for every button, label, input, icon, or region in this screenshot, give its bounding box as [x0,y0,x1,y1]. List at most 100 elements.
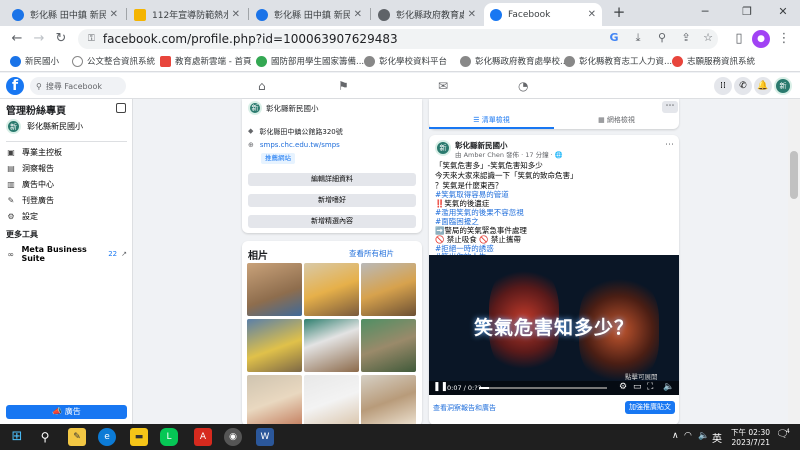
input-method-indicator[interactable]: 英 [712,430,722,445]
more-options-button[interactable]: ⋯ [662,101,678,113]
new-tab-button[interactable]: + [604,2,634,24]
close-icon[interactable]: ✕ [232,9,240,20]
sidebar-item-create-ad[interactable]: ✎ 刊登廣告 [6,195,54,206]
bookmark-item[interactable]: 彰化縣教育志工人力資... [564,55,672,67]
bookmark-item[interactable]: 公文整合資訊系統 [72,55,155,67]
restore-button[interactable]: ❐ [732,2,762,24]
collapse-sidebar-icon[interactable] [116,103,126,113]
site-info-icon[interactable]: ⚿ [88,34,95,44]
fullscreen-icon[interactable]: ⛶ [647,382,653,392]
view-insights-link[interactable]: 查看洞察報告和廣告 [433,403,496,413]
chrome-icon[interactable]: ◉ [224,428,242,446]
bookmark-item[interactable]: 國防部用學生國家籌備... [256,55,364,67]
photo-thumbnail[interactable] [361,319,416,372]
photo-thumbnail[interactable] [304,263,359,316]
sidebar-item-meta-business-suite[interactable]: ∞ Meta Business Suite 22 ↗ [6,245,127,263]
sidebar-item-settings[interactable]: ⚙ 設定 [6,211,38,222]
more-menu-icon[interactable]: ⋮ [775,30,793,48]
facebook-search-input[interactable]: ⚲ 搜尋 Facebook [30,77,126,95]
photo-thumbnail[interactable] [361,375,416,428]
scrollbar-thumb[interactable] [790,151,798,199]
close-icon[interactable]: ✕ [588,9,596,20]
zoom-icon[interactable]: ⚲ [654,31,670,44]
pip-icon[interactable]: ▭ [633,382,642,392]
close-window-button[interactable]: ✕ [768,2,798,24]
post-options-icon[interactable]: ⋯ [665,140,674,150]
clock-time[interactable]: 下午 02:30 [726,427,770,438]
sidebar-item-insights[interactable]: ▤ 洞察報告 [6,163,54,174]
close-icon[interactable]: ✕ [354,9,362,20]
bookmark-item[interactable]: 彰化學校資料平台 [364,55,447,67]
notification-icon[interactable]: ◔ [518,79,528,93]
browser-tab[interactable]: 彰化縣政府教育處學校 ✕ [372,3,482,26]
edit-details-button[interactable]: 編輯詳細資料 [248,173,416,186]
notifications-bell-icon[interactable]: 🔔 [754,77,772,95]
tab-grid-view[interactable]: ▦ 網格檢視 [554,115,679,129]
post-video[interactable]: 笑氣危害知多少？ 點擊可展開 ❚❚ 0:07 / 0:?? ⚙ ▭ ⛶ 🔈 [429,255,679,395]
add-featured-button[interactable]: 新增精選內容 [248,215,416,228]
network-icon[interactable]: ◠ [684,431,692,441]
bookmark-item[interactable]: 教育處新雲端 - 首頁 [160,55,251,67]
browser-tab[interactable]: 112年宣導防範熱水器 ✕ [128,3,246,26]
address-bar[interactable]: ⚿ facebook.com/profile.php?id=1000639076… [78,29,718,49]
profile-avatar[interactable]: 新 [774,77,792,95]
menu-grid-icon[interactable]: ⁞⁞ [714,77,732,95]
back-button[interactable]: ← [8,30,26,48]
bookmark-item[interactable]: 新民國小 [10,55,59,67]
browser-tab[interactable]: 彰化縣 田中鎮 新民國 ✕ [250,3,368,26]
tab-list-view[interactable]: ☰ 清單檢視 [429,115,554,129]
boost-post-button[interactable]: 加強推廣貼文 [625,401,675,414]
reload-button[interactable]: ↻ [52,30,70,48]
home-icon[interactable]: ⌂ [258,79,266,93]
close-icon[interactable]: ✕ [110,9,118,20]
promote-button[interactable]: 📣 廣告 [6,405,127,419]
page-avatar[interactable]: 新 [248,101,262,115]
bookmark-star-icon[interactable]: ☆ [700,31,716,44]
website-link[interactable]: smps.chc.edu.tw/smps [260,141,340,149]
sidebar-page-switcher[interactable]: 新 彰化縣新民國小 [6,119,83,134]
file-explorer-icon[interactable]: ▬ [130,428,148,446]
volume-icon[interactable]: 🔈 [663,382,674,392]
photo-thumbnail[interactable] [247,375,302,428]
line-app-icon[interactable]: L [160,428,178,446]
photo-thumbnail[interactable] [361,263,416,316]
messenger-icon[interactable]: ✆ [734,77,752,95]
pdf-reader-icon[interactable]: A [194,428,212,446]
windows-start-icon[interactable]: ⊞ [8,428,26,446]
bookmark-item[interactable]: 彰化縣政府教育處學校... [460,55,568,67]
clock-date[interactable]: 2023/7/21 [726,438,770,447]
browser-tab[interactable]: 彰化縣 田中鎮 新民國 ✕ [6,3,124,26]
see-all-photos-link[interactable]: 查看所有相片 [349,248,394,259]
megaphone-icon[interactable]: ✉ [438,79,448,93]
sidebar-item-dashboard[interactable]: ▣ 專業主控板 [6,147,62,158]
close-icon[interactable]: ✕ [468,9,476,20]
flag-icon[interactable]: ⚑ [338,79,349,93]
profile-avatar[interactable]: ● [752,30,770,48]
browser-tab-active[interactable]: Facebook ✕ [484,3,602,26]
facebook-logo-icon[interactable]: f [6,77,24,95]
sticky-notes-icon[interactable]: ✎ [68,428,86,446]
google-lens-icon[interactable]: G [606,31,622,44]
edge-icon[interactable]: e [98,428,116,446]
minimize-button[interactable]: ─ [690,2,720,24]
download-icon[interactable]: ⤓ [630,31,646,45]
add-hobbies-button[interactable]: 新增嗜好 [248,194,416,207]
show-hidden-icons[interactable]: ∧ [672,431,679,441]
pause-icon[interactable]: ❚❚ [433,382,448,392]
post-author-avatar[interactable]: 新 [435,140,451,156]
photo-thumbnail[interactable] [247,263,302,316]
share-icon[interactable]: ⇪ [678,31,694,44]
photo-thumbnail[interactable] [247,319,302,372]
word-icon[interactable]: W [256,428,274,446]
gear-icon[interactable]: ⚙ [619,382,627,392]
sidebar-item-ad-center[interactable]: ▥ 廣告中心 [6,179,54,190]
side-panel-icon[interactable]: ▯ [730,30,748,48]
volume-icon[interactable]: 🔈 [698,431,709,441]
photo-thumbnail[interactable] [304,319,359,372]
video-progress-bar[interactable] [479,387,607,389]
bookmark-item[interactable]: 志願服務資訊系統 [672,55,755,67]
page-scrollbar[interactable] [788,99,800,424]
forward-button[interactable]: → [30,30,48,48]
search-icon[interactable]: ⚲ [36,428,54,446]
recommend-button[interactable]: 推薦網站 [261,153,295,164]
